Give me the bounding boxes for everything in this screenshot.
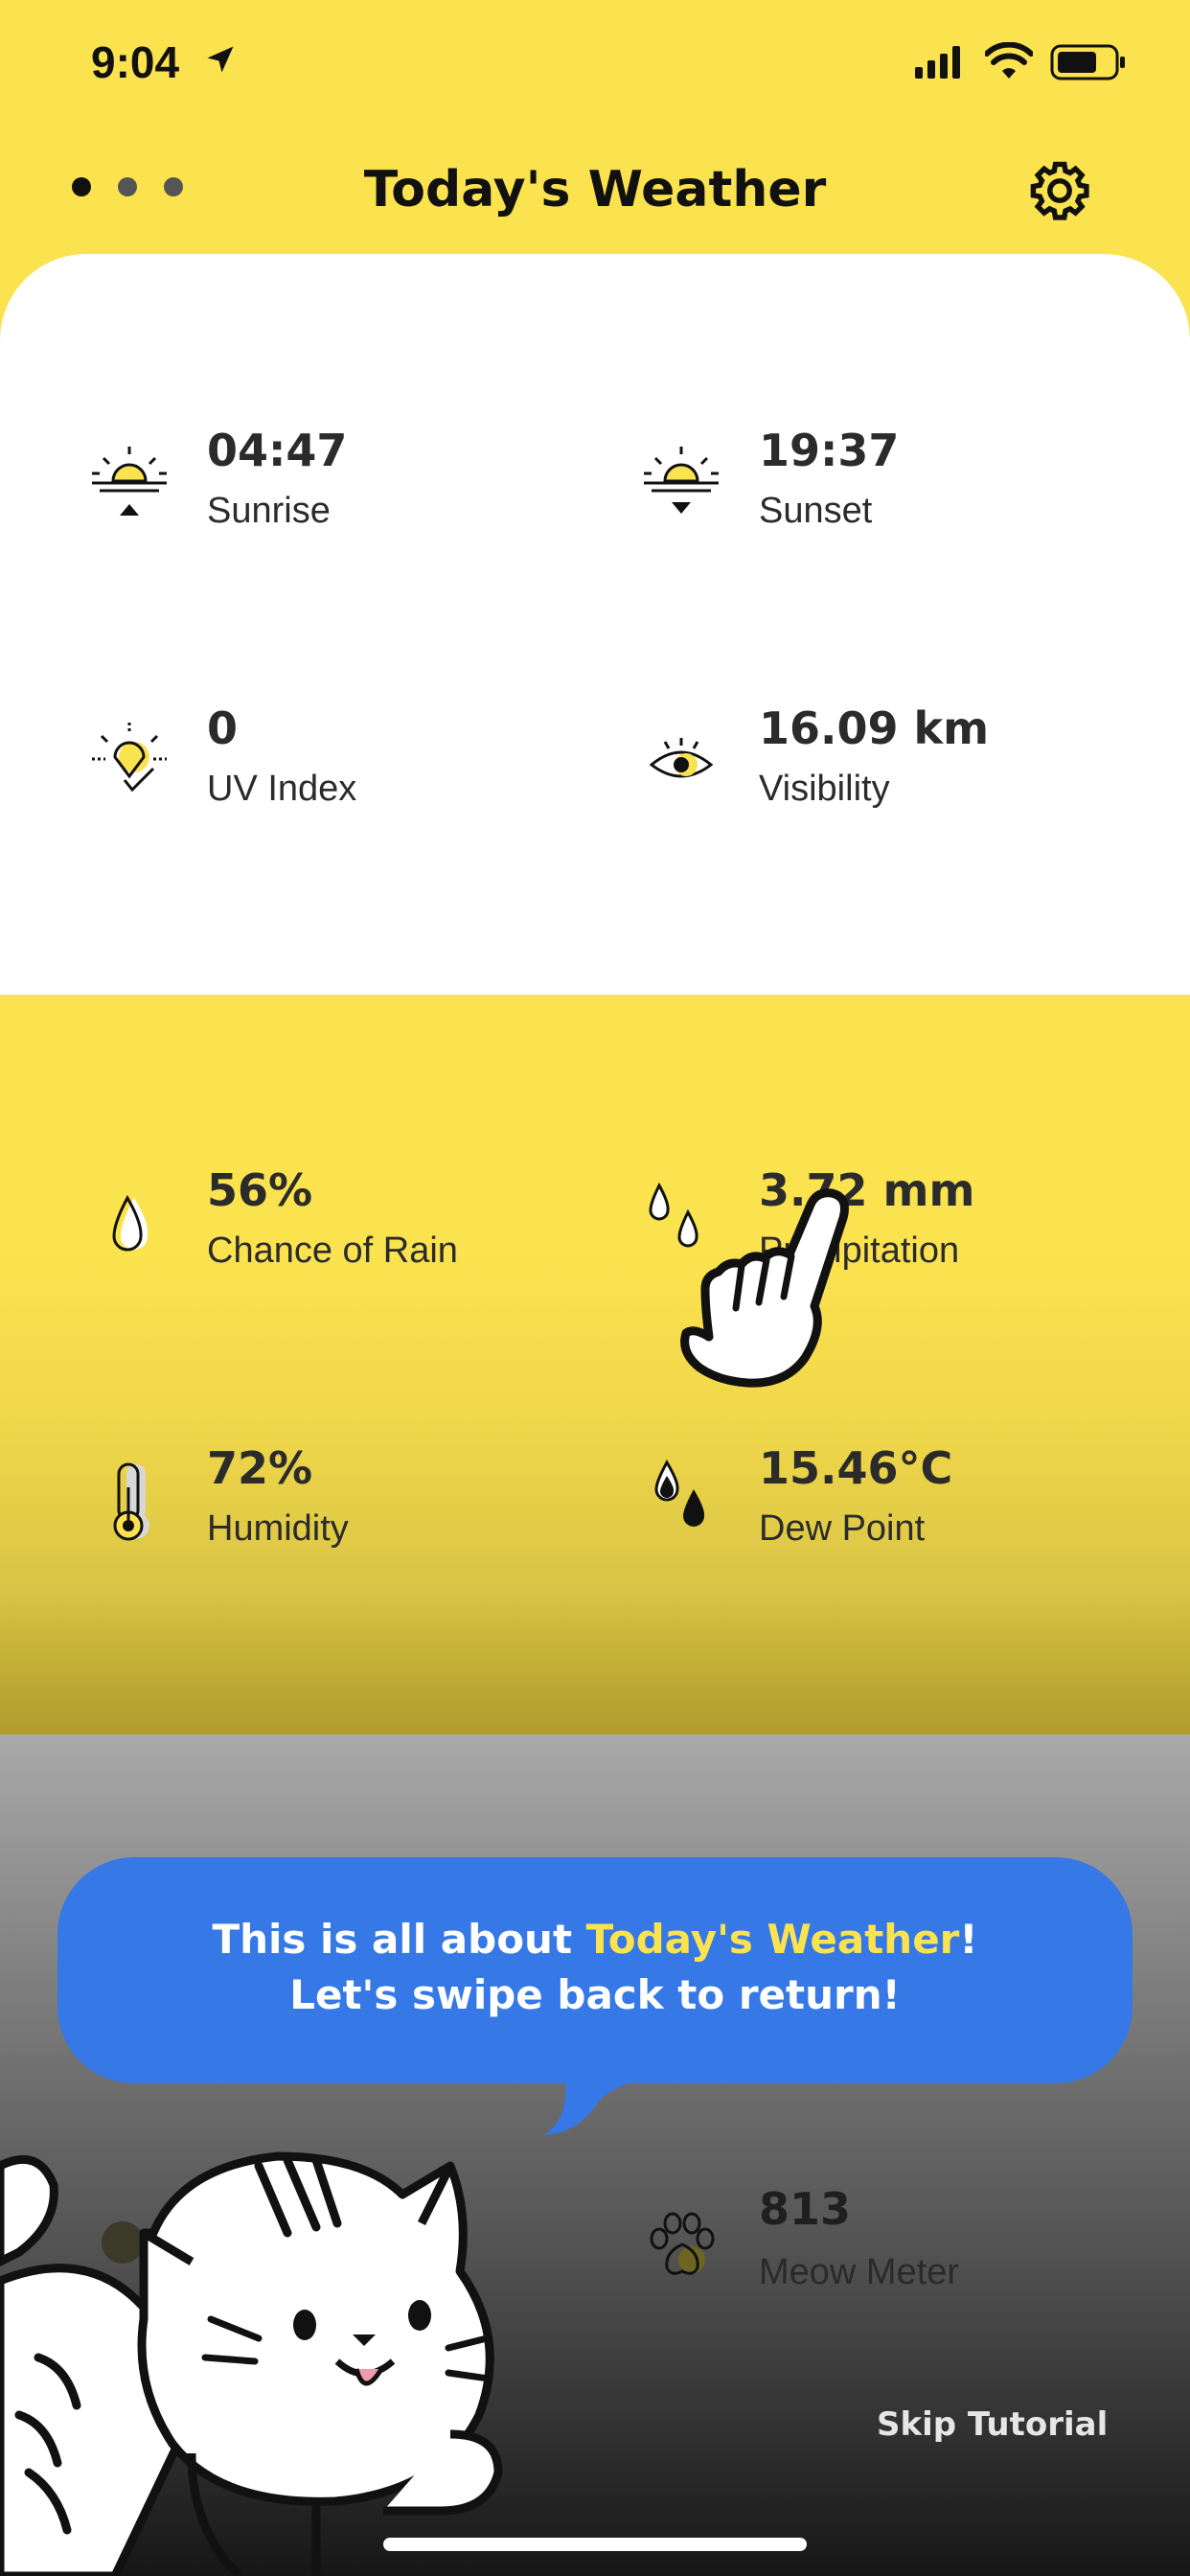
cat-mascot — [0, 2151, 503, 2576]
sunrise-value: 04:47 — [207, 425, 348, 476]
tutorial-line-2: Let's swipe back to return! — [289, 1971, 901, 2018]
uv-index-icon — [92, 723, 167, 793]
gear-icon[interactable] — [1025, 156, 1094, 225]
sunrise-label: Sunrise — [207, 491, 331, 531]
status-time: 9:04 — [91, 37, 180, 87]
sunset-label: Sunset — [759, 491, 873, 531]
tutorial-message: This is all about Today's Weather! Let's… — [57, 1912, 1133, 2023]
sunset-icon — [644, 447, 719, 514]
astronomy-card — [0, 254, 1190, 997]
sunset-value: 19:37 — [759, 425, 900, 476]
tutorial-line-1: This is all about Today's Weather! — [212, 1916, 978, 1963]
pointing-hand-icon — [680, 1188, 849, 1388]
uv-index-value: 0 — [207, 702, 239, 754]
tutorial-highlight: Today's Weather — [585, 1916, 960, 1963]
meow-meter-label: Meow Meter — [759, 2252, 960, 2292]
status-bar: 9:04 — [0, 0, 1190, 134]
chance-of-rain-label: Chance of Rain — [207, 1230, 458, 1271]
visibility-label: Visibility — [759, 769, 890, 809]
cellular-signal-icon — [915, 46, 960, 79]
skip-tutorial-button[interactable]: Skip Tutorial — [877, 2405, 1108, 2444]
paw-icon — [650, 2212, 715, 2275]
humidity-label: Humidity — [207, 1508, 349, 1549]
sunrise-icon — [92, 447, 167, 516]
meow-meter-value: 813 — [759, 2183, 852, 2235]
precipitation-card — [0, 995, 1190, 1737]
speech-bubble-tail — [544, 2080, 642, 2135]
uv-index-label: UV Index — [207, 769, 357, 809]
page-title: Today's Weather — [363, 161, 827, 218]
visibility-value: 16.09 km — [759, 702, 990, 754]
raindrop-icon — [112, 1194, 149, 1252]
wifi-icon — [985, 42, 1033, 79]
dew-point-label: Dew Point — [759, 1508, 926, 1549]
location-arrow-icon — [207, 46, 234, 73]
thermometer-icon — [113, 1462, 149, 1541]
dew-point-icon — [654, 1459, 705, 1527]
humidity-value: 72% — [207, 1442, 313, 1494]
chance-of-rain-value: 56% — [207, 1164, 313, 1216]
dew-point-value: 15.46°C — [759, 1442, 953, 1494]
eye-icon — [649, 738, 714, 778]
battery-icon — [1050, 44, 1125, 80]
home-indicator[interactable] — [383, 2538, 807, 2551]
